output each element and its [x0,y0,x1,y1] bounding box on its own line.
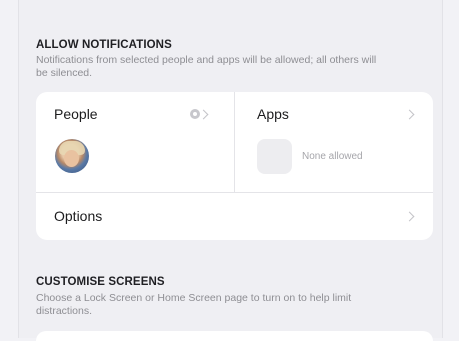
options-label: Options [54,208,103,224]
customise-screens-footer: Choose a Lock Screen or Home Screen page… [36,292,352,317]
apps-label: Apps [257,106,289,122]
people-label: People [54,106,98,122]
allow-notifications-footer: Notifications from selected people and a… [36,54,377,79]
next-card-edge [36,331,433,341]
allowed-notifications-card: People Apps None allowed Options [36,92,433,240]
allow-notifications-header: ALLOW NOTIFICATIONS [36,39,172,51]
apps-status-text: None allowed [302,151,363,162]
options-row[interactable]: Options [36,193,433,240]
chevron-right-icon [198,109,209,120]
chevron-right-icon [404,211,415,222]
customise-screens-header: CUSTOMISE SCREENS [36,276,165,288]
people-cell[interactable]: People [36,92,234,192]
avatar[interactable] [55,139,89,173]
chevron-right-icon [404,109,415,120]
app-icon-placeholder [257,139,292,174]
